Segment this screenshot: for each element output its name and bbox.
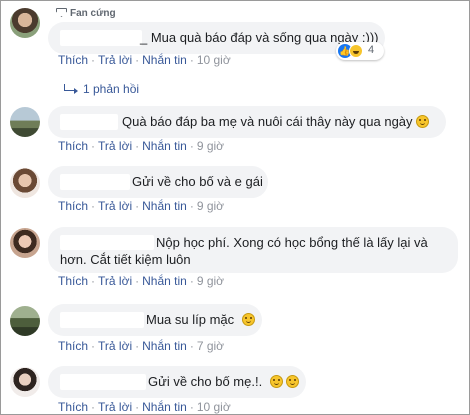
smile-emoji-icon	[415, 115, 429, 128]
comment-text: Gửi về cho bố và e gái	[132, 174, 263, 189]
reaction-summary[interactable]: 👍 4	[336, 42, 384, 60]
diamond-icon	[56, 8, 67, 17]
message-link[interactable]: Nhắn tin	[142, 400, 187, 414]
timestamp[interactable]: 7 giờ	[197, 339, 224, 353]
reply-link[interactable]: Trả lời	[98, 199, 132, 213]
comment-actions: Thích · Trả lời · Nhắn tin · 10 giờ	[58, 400, 231, 414]
message-link[interactable]: Nhắn tin	[142, 53, 187, 67]
timestamp[interactable]: 9 giờ	[197, 139, 224, 153]
commenter-name[interactable]	[60, 312, 144, 328]
commenter-name[interactable]	[60, 30, 142, 46]
comment-actions: Thích · Trả lời · Nhắn tin · 7 giờ	[58, 339, 225, 353]
comment-bubble: Quà báo đáp ba mẹ và nuôi cái thây này q…	[48, 106, 446, 138]
avatar[interactable]	[10, 228, 40, 258]
fan-badge: Fan cứng	[56, 8, 116, 19]
like-link[interactable]: Thích	[58, 53, 88, 67]
comment-text: Mua su líp mặc	[146, 311, 256, 328]
comment-bubble: Mua su líp mặc	[48, 304, 262, 336]
comment-bubble: _ Mua quà báo đáp và sống qua ngày :)))	[48, 22, 385, 54]
commenter-name[interactable]	[60, 235, 154, 250]
reply-link[interactable]: Trả lời	[98, 400, 132, 414]
avatar[interactable]	[10, 367, 40, 397]
comment-text-line-2: hơn. Cắt tiết kiệm luôn	[60, 252, 191, 267]
reply-link[interactable]: Trả lời	[98, 53, 132, 67]
message-link[interactable]: Nhắn tin	[142, 274, 187, 288]
avatar[interactable]	[10, 8, 40, 38]
comment-text-line-1: Nộp học phí. Xong có học bổng thế là lấy…	[156, 235, 428, 250]
reply-link[interactable]: Trả lời	[98, 274, 132, 288]
comment-bubble: Gửi về cho bố và e gái	[48, 166, 268, 198]
avatar[interactable]	[10, 306, 40, 336]
avatar[interactable]	[10, 168, 40, 198]
reply-link[interactable]: Trả lời	[98, 339, 132, 353]
reaction-count: 4	[368, 44, 375, 56]
like-link[interactable]: Thích	[58, 339, 88, 353]
avatar[interactable]	[10, 107, 40, 137]
timestamp[interactable]: 10 giờ	[197, 400, 231, 414]
timestamp[interactable]: 9 giờ	[197, 199, 224, 213]
timestamp[interactable]: 9 giờ	[197, 274, 224, 288]
comment-actions: Thích · Trả lời · Nhắn tin · 9 giờ	[58, 139, 225, 153]
comment-actions: Thích · Trả lời · Nhắn tin · 10 giờ	[58, 53, 231, 67]
message-link[interactable]: Nhắn tin	[142, 139, 187, 153]
comment-actions: Thích · Trả lời · Nhắn tin · 9 giờ	[58, 199, 225, 213]
timestamp[interactable]: 10 giờ	[197, 53, 231, 67]
commenter-name[interactable]	[60, 174, 130, 190]
like-link[interactable]: Thích	[58, 199, 88, 213]
commenter-name[interactable]	[60, 374, 146, 390]
like-link[interactable]: Thích	[58, 139, 88, 153]
like-link[interactable]: Thích	[58, 400, 88, 414]
like-link[interactable]: Thích	[58, 274, 88, 288]
message-link[interactable]: Nhắn tin	[142, 199, 187, 213]
comment-actions: Thích · Trả lời · Nhắn tin · 9 giờ	[58, 274, 225, 288]
comment-bubble: Nộp học phí. Xong có học bổng thế là lấy…	[48, 227, 458, 273]
message-link[interactable]: Nhắn tin	[142, 339, 187, 353]
comment-text: Quà báo đáp ba mẹ và nuôi cái thây này q…	[122, 113, 429, 130]
comment-bubble: Gửi về cho bố mẹ.!.	[48, 366, 306, 398]
smile-emoji-icon	[286, 375, 300, 388]
commenter-name[interactable]	[60, 114, 118, 130]
smile-emoji-icon	[270, 375, 284, 388]
comment-text: Gửi về cho bố mẹ.!.	[148, 373, 300, 390]
smile-emoji-icon	[242, 313, 256, 326]
haha-reaction-icon	[349, 44, 363, 58]
reply-link[interactable]: Trả lời	[98, 139, 132, 153]
view-replies-link[interactable]: 1 phản hồi	[64, 82, 139, 96]
reply-arrow-icon	[64, 84, 78, 94]
